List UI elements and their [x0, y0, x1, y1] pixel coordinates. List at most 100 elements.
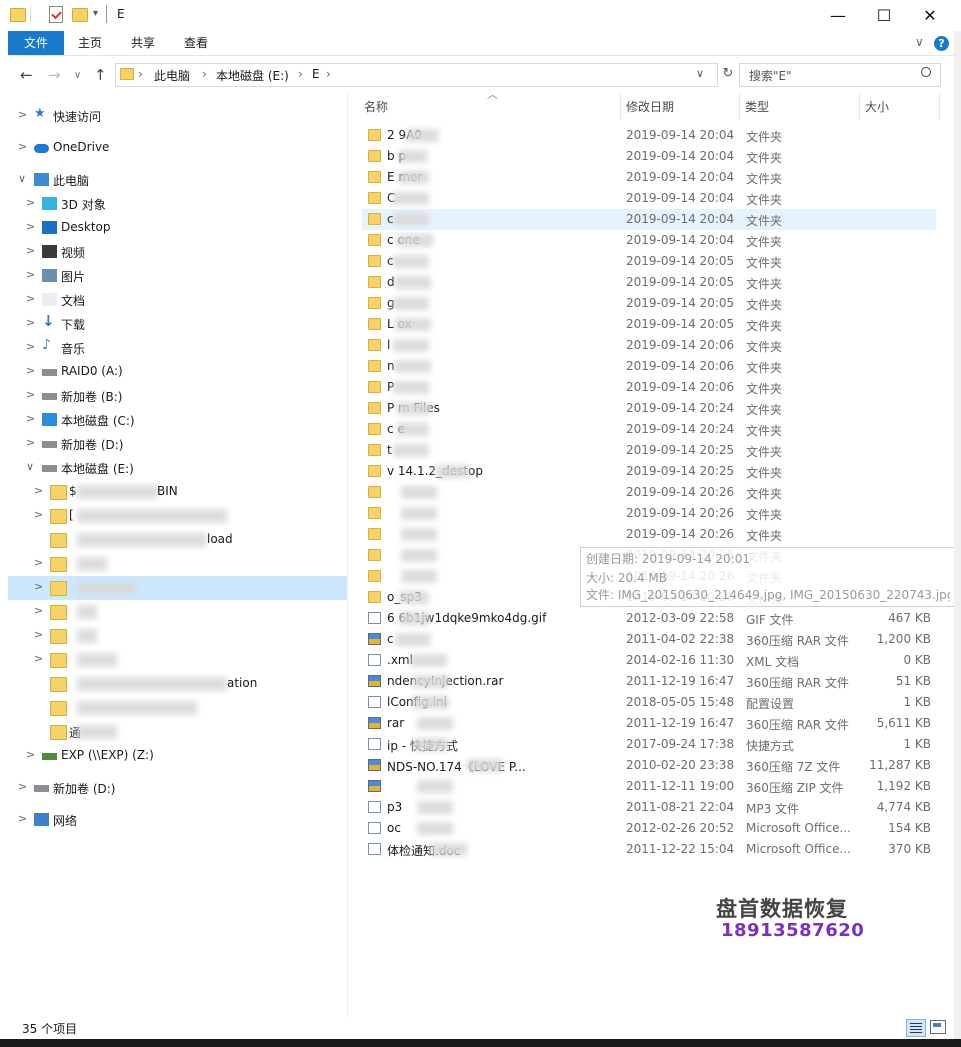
- nav-item[interactable]: > 本地磁盘 (C:): [8, 408, 347, 432]
- column-divider[interactable]: [620, 94, 621, 120]
- chevron-right-icon[interactable]: >: [26, 244, 35, 257]
- pane-splitter[interactable]: [347, 92, 348, 1017]
- file-row[interactable]: L ox2019-09-14 20:05文件夹: [362, 314, 936, 335]
- chevron-right-icon[interactable]: >: [34, 580, 43, 593]
- chevron-right-icon[interactable]: >: [26, 340, 35, 353]
- file-row[interactable]: .xml 2014-02-16 11:30 XML 文档 0 KB: [362, 650, 936, 671]
- breadcrumb-separator[interactable]: ›: [298, 67, 303, 81]
- chevron-right-icon[interactable]: >: [34, 484, 43, 497]
- nav-item[interactable]: > ↓ 下载: [8, 312, 347, 336]
- file-row[interactable]: c 2019-09-14 20:04 文件夹: [362, 209, 936, 230]
- file-row[interactable]: c 2019-09-14 20:05 文件夹: [362, 251, 936, 272]
- nav-item[interactable]: >: [8, 648, 347, 672]
- file-row[interactable]: 体检通知.doc 2011-12-22 15:04 Microsoft Office…: [362, 839, 936, 860]
- chevron-right-icon[interactable]: >: [26, 388, 35, 401]
- quick-access-dropdown-icon[interactable]: ▾: [93, 8, 98, 19]
- nav-item[interactable]: > EXP (\\EXP) (Z:): [8, 744, 347, 768]
- nav-item[interactable]: > 新加卷 (B:): [8, 384, 347, 408]
- chevron-down-icon[interactable]: ∨: [26, 460, 34, 473]
- chevron-right-icon[interactable]: >: [26, 196, 35, 209]
- chevron-right-icon[interactable]: >: [26, 220, 35, 233]
- nav-item[interactable]: > 图片: [8, 264, 347, 288]
- chevron-right-icon[interactable]: >: [34, 628, 43, 641]
- forward-button[interactable]: →: [48, 66, 61, 84]
- nav-item[interactable]: >: [8, 624, 347, 648]
- chevron-right-icon[interactable]: >: [34, 556, 43, 569]
- ribbon-expand-icon[interactable]: ∨: [915, 35, 924, 49]
- file-row[interactable]: c e 2019-09-14 20:24 文件夹: [362, 419, 936, 440]
- breadcrumb-separator[interactable]: ›: [138, 67, 143, 81]
- nav-item[interactable]: >3D 对象: [8, 192, 347, 216]
- breadcrumb-e[interactable]: E: [312, 67, 320, 81]
- maximize-button[interactable]: ☐: [861, 0, 907, 31]
- nav-item[interactable]: > Desktop: [8, 216, 347, 240]
- refresh-button[interactable]: ↻: [719, 66, 737, 84]
- column-header-size[interactable]: 大小: [865, 98, 889, 115]
- nav-item[interactable]: >[: [8, 504, 347, 528]
- column-header-date[interactable]: 修改日期: [626, 98, 674, 115]
- file-row[interactable]: c one2019-09-14 20:04文件夹: [362, 230, 936, 251]
- file-row[interactable]: rar 2011-12-19 16:47 360压缩 RAR 文件 5,611 KB: [362, 713, 936, 734]
- breadcrumb-separator[interactable]: ›: [202, 67, 207, 81]
- file-row[interactable]: NDS-NO.174《LOVE P... 2010-02-20 23:38 360压…: [362, 755, 936, 776]
- file-row[interactable]: ip - 快捷方式2017-09-24 17:38快捷方式1 KB: [362, 734, 936, 755]
- help-icon[interactable]: ?: [934, 36, 949, 51]
- chevron-right-icon[interactable]: >: [26, 412, 35, 425]
- properties-icon[interactable]: [49, 6, 63, 23]
- column-divider[interactable]: [939, 94, 940, 120]
- file-row[interactable]: t 2019-09-14 20:25 文件夹: [362, 440, 936, 461]
- nav-item[interactable]: > 网络: [8, 808, 347, 832]
- nav-item[interactable]: load: [8, 528, 347, 552]
- nav-item[interactable]: ation: [8, 672, 347, 696]
- breadcrumb-this-pc[interactable]: 此电脑: [154, 67, 190, 84]
- large-icons-view-button[interactable]: [930, 1020, 946, 1034]
- chevron-right-icon[interactable]: >: [18, 812, 27, 825]
- file-row[interactable]: lConfig.ini2018-05-05 15:48配置设置1 KB: [362, 692, 936, 713]
- breadcrumb-separator[interactable]: ›: [326, 67, 331, 81]
- chevron-right-icon[interactable]: >: [18, 140, 27, 153]
- chevron-right-icon[interactable]: >: [26, 748, 35, 761]
- tab-file[interactable]: 文件: [8, 31, 64, 55]
- nav-item[interactable]: >: [8, 552, 347, 576]
- tab-home[interactable]: 主页: [68, 31, 112, 55]
- nav-item[interactable]: > 新加卷 (D:): [8, 432, 347, 456]
- search-icon[interactable]: [921, 67, 931, 77]
- file-row[interactable]: v 14.1.2_destop2019-09-14 20:25文件夹: [362, 461, 936, 482]
- chevron-right-icon[interactable]: >: [26, 268, 35, 281]
- chevron-right-icon[interactable]: >: [34, 652, 43, 665]
- file-row[interactable]: 2019-09-14 20:26 文件夹: [362, 482, 936, 503]
- chevron-down-icon[interactable]: ∨: [18, 172, 26, 185]
- file-row[interactable]: g 2019-09-14 20:05 文件夹: [362, 293, 936, 314]
- chevron-right-icon[interactable]: >: [34, 604, 43, 617]
- file-row[interactable]: 2011-12-11 19:00 360压缩 ZIP 文件 1,192 KB: [362, 776, 936, 797]
- search-input[interactable]: 搜索"E": [749, 67, 792, 84]
- address-dropdown-icon[interactable]: ∨: [696, 67, 704, 80]
- column-header-name[interactable]: 名称: [364, 98, 388, 115]
- new-folder-icon[interactable]: [72, 8, 88, 22]
- nav-item[interactable]: > ♪ 音乐: [8, 336, 347, 360]
- file-row[interactable]: 2019-09-14 20:26 文件夹: [362, 503, 936, 524]
- file-row[interactable]: d 2019-09-14 20:05 文件夹: [362, 272, 936, 293]
- column-divider[interactable]: [859, 94, 860, 120]
- nav-item[interactable]: > ★ 快速访问: [8, 104, 347, 128]
- search-box[interactable]: 搜索"E": [739, 63, 941, 87]
- chevron-right-icon[interactable]: >: [26, 292, 35, 305]
- column-divider[interactable]: [739, 94, 740, 120]
- nav-item[interactable]: > 文档: [8, 288, 347, 312]
- nav-item[interactable]: >: [8, 600, 347, 624]
- file-row[interactable]: oc 2012-02-26 20:52 Microsoft Office... 154…: [362, 818, 936, 839]
- recent-locations-icon[interactable]: ∨: [74, 70, 81, 81]
- nav-item[interactable]: > RAID0 (A:): [8, 360, 347, 384]
- column-header-type[interactable]: 类型: [745, 98, 769, 115]
- file-row[interactable]: ndencyInjection.rar2011-12-19 16:47360压缩…: [362, 671, 936, 692]
- nav-item[interactable]: ∨ 此电脑: [8, 168, 347, 192]
- nav-item[interactable]: ∨ 本地磁盘 (E:): [8, 456, 347, 480]
- nav-item[interactable]: [8, 696, 347, 720]
- breadcrumb-drive-e[interactable]: 本地磁盘 (E:): [216, 67, 289, 84]
- chevron-right-icon[interactable]: >: [26, 436, 35, 449]
- close-button[interactable]: ✕: [907, 0, 953, 31]
- nav-item[interactable]: >: [8, 576, 347, 600]
- file-row[interactable]: P m Files2019-09-14 20:24文件夹: [362, 398, 936, 419]
- file-row[interactable]: 2 9A0 2019-09-14 20:04 文件夹: [362, 125, 936, 146]
- file-row[interactable]: 6 6b1jw1dqke9mko4dg.gif 2012-03-09 22:58 G…: [362, 608, 936, 629]
